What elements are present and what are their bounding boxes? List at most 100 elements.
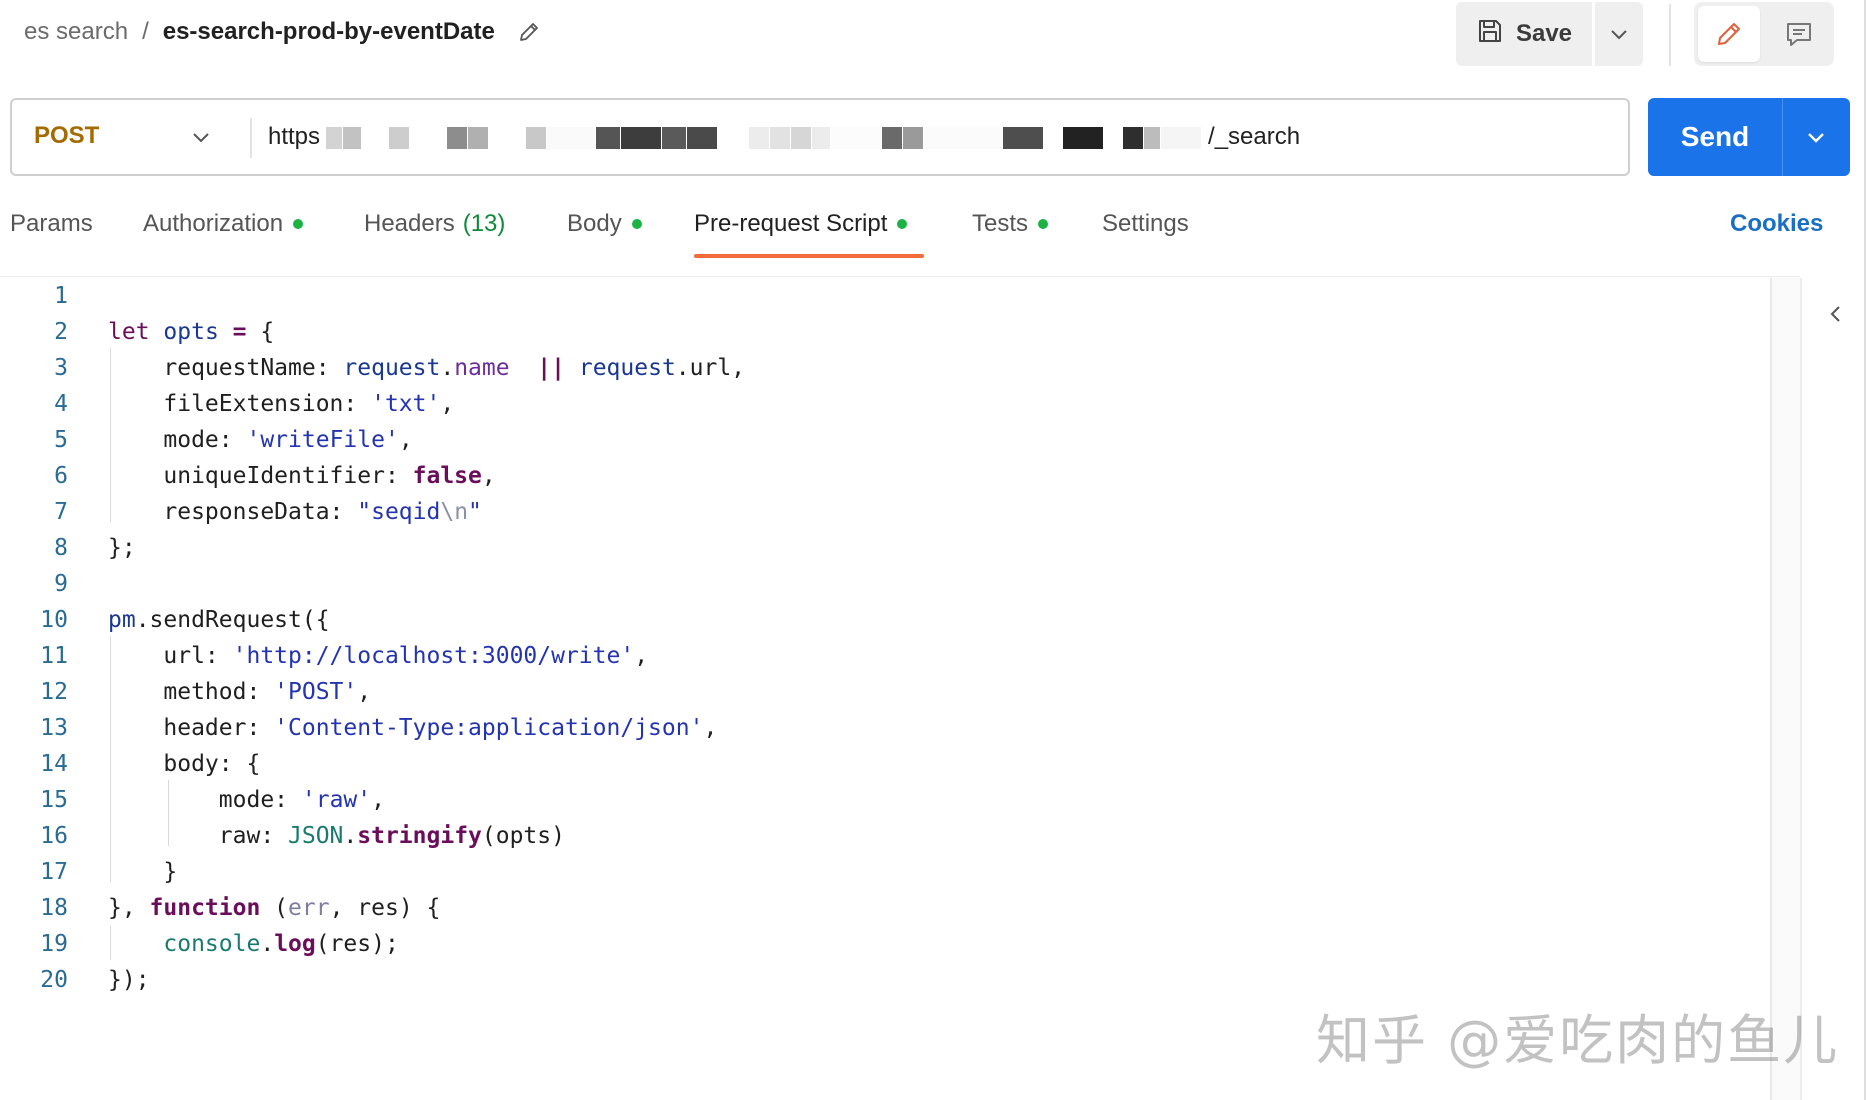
code-line: 15 mode: 'raw', [0, 782, 1760, 818]
tab-label: Params [10, 210, 93, 237]
request-url-bar: POST https /_search [10, 98, 1630, 176]
line-number: 6 [54, 463, 68, 489]
chevron-left-icon [1830, 306, 1840, 322]
view-mode-toggle [1694, 2, 1834, 66]
url-prefix: https [268, 123, 321, 150]
line-code: responseData: "seqid\n" [108, 499, 482, 525]
code-line: 20 }); [0, 962, 1760, 998]
code-line: 18 }, function (err, res) { [0, 890, 1760, 926]
breadcrumb-collection[interactable]: es search [24, 18, 128, 46]
side-panel-border [1800, 278, 1802, 1100]
header-divider [1669, 4, 1671, 66]
tab-pre-request-script[interactable]: Pre-request Script [694, 210, 908, 238]
save-button[interactable]: Save [1456, 2, 1592, 66]
line-code: header: 'Content-Type:application/json', [108, 715, 718, 741]
chevron-down-icon [1808, 133, 1824, 143]
edit-mode-button[interactable] [1698, 6, 1760, 62]
breadcrumb: es search / es-search-prod-by-eventDate [24, 18, 541, 46]
line-number: 12 [40, 679, 68, 705]
line-number: 2 [54, 319, 68, 345]
code-line: 3 requestName: request.name || request.u… [0, 350, 1760, 386]
send-button[interactable]: Send [1648, 98, 1782, 176]
line-code: console.log(res); [163, 931, 399, 957]
code-line: 4 fileExtension: 'txt', [0, 386, 1760, 422]
tab-label: Pre-request Script [694, 210, 888, 237]
line-number: 20 [40, 967, 68, 993]
request-header: es search / es-search-prod-by-eventDate … [0, 0, 1866, 70]
line-code: uniqueIdentifier: false, [108, 463, 496, 489]
cookies-link[interactable]: Cookies [1730, 210, 1823, 238]
code-line: 14 body: { [0, 746, 1760, 782]
request-tabs: Params Authorization Headers (13) Body P… [0, 196, 1866, 262]
line-code: } [108, 859, 178, 885]
tab-authorization[interactable]: Authorization [143, 210, 304, 238]
line-number: 11 [40, 643, 68, 669]
method-value: POST [34, 122, 100, 149]
code-line: 12 method: 'POST', [0, 674, 1760, 710]
line-number: 1 [54, 283, 68, 309]
line-code: }, function (err, res) { [108, 895, 441, 921]
line-code: fileExtension: 'txt', [108, 391, 455, 417]
save-label: Save [1515, 20, 1573, 47]
tab-headers[interactable]: Headers (13) [364, 210, 505, 238]
tab-params[interactable]: Params [10, 210, 93, 238]
tab-label: Tests [972, 210, 1029, 237]
editor-scrollbar[interactable] [1772, 278, 1800, 1100]
request-name: es-search-prod-by-eventDate [162, 18, 495, 45]
tab-body[interactable]: Body [567, 210, 642, 238]
tab-settings[interactable]: Settings [1102, 210, 1189, 238]
url-input[interactable]: https /_search [268, 100, 1608, 174]
send-options-button[interactable] [1783, 98, 1849, 176]
status-dot [897, 219, 908, 229]
status-dot [1038, 219, 1049, 229]
code-line: 17 } [0, 854, 1760, 890]
pencil-icon[interactable] [517, 20, 541, 44]
line-code: pm.sendRequest({ [108, 607, 330, 633]
method-divider [250, 118, 252, 158]
code-line: 19 console.log(res); [0, 926, 1760, 962]
line-number: 15 [40, 787, 68, 813]
url-redacted-mask [326, 125, 1202, 151]
send-group: Send [1648, 98, 1850, 176]
pencil-icon [1718, 23, 1740, 45]
tab-tests[interactable]: Tests [972, 210, 1049, 238]
line-number: 5 [54, 427, 68, 453]
code-line: 1 [0, 278, 1760, 314]
line-code: body: { [108, 751, 261, 777]
headers-count-badge: (13) [462, 210, 506, 237]
tab-label: Authorization [143, 210, 284, 237]
status-dot [293, 219, 304, 229]
line-number: 7 [54, 499, 68, 525]
line-code: url: 'http://localhost:3000/write', [108, 643, 649, 669]
url-suffix: /_search [1208, 123, 1301, 150]
line-code: mode: 'writeFile', [108, 427, 413, 453]
chevron-down-icon [193, 133, 209, 143]
code-line: 8 }; [0, 530, 1760, 566]
line-number: 8 [54, 535, 68, 561]
line-number: 14 [40, 751, 68, 777]
watermark: 知乎 @爱吃肉的鱼儿 [1316, 1009, 1840, 1072]
code-line: 10 pm.sendRequest({ [0, 602, 1760, 638]
script-editor[interactable]: 1 2 let opts = { 3 requestName: request.… [0, 278, 1770, 1100]
line-code: let opts = { [108, 319, 275, 345]
code-line: 16 raw: JSON.stringify(opts) [0, 818, 1760, 854]
tab-label: Body [567, 210, 622, 237]
line-code: raw: JSON.stringify(opts) [108, 823, 565, 849]
tab-label: Settings [1102, 210, 1189, 237]
method-select[interactable]: POST [12, 100, 248, 174]
line-code: requestName: request.name || request.url… [108, 355, 746, 381]
comments-button[interactable] [1768, 6, 1830, 62]
tabs-divider [0, 276, 1800, 277]
breadcrumb-separator: / [142, 18, 149, 45]
status-dot [631, 219, 642, 229]
line-number: 4 [54, 391, 68, 417]
floppy-disk-icon [1476, 17, 1504, 52]
code-line: 7 responseData: "seqid\n" [0, 494, 1760, 530]
line-number: 13 [40, 715, 68, 741]
save-options-button[interactable] [1595, 2, 1643, 66]
line-number: 10 [40, 607, 68, 633]
code-line: 9 [0, 566, 1760, 602]
line-number: 19 [40, 931, 68, 957]
expand-panel-button[interactable] [1822, 300, 1850, 328]
code-line: 5 mode: 'writeFile', [0, 422, 1760, 458]
